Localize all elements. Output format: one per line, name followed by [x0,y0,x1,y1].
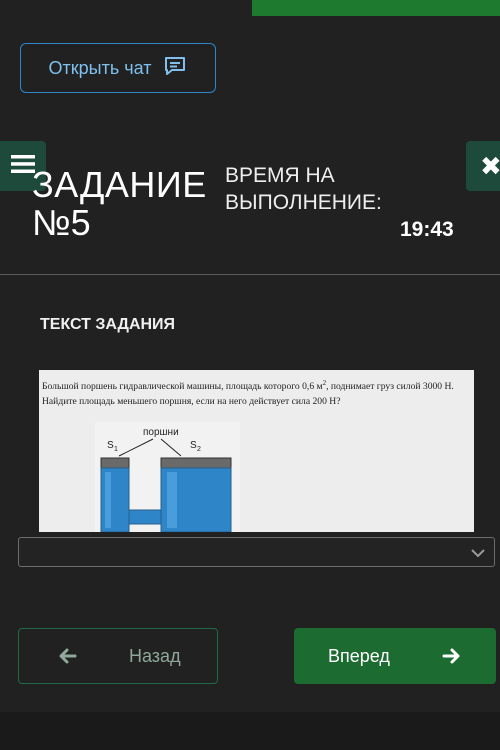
back-label: Назад [129,646,181,666]
label-s1: S [107,440,114,451]
time-label-line1: ВРЕМЯ НА [225,164,335,187]
task-text-part1: Большой поршень гидравлической машины, п… [42,381,323,393]
label-pistons: поршни [143,427,179,438]
time-label: ВРЕМЯ НА ВЫПОЛНЕНИЕ: [225,162,382,216]
forward-label: Вперед [328,646,390,666]
task-number: №5 [32,202,91,243]
forward-button[interactable]: Вперед [294,628,496,684]
task-image: Большой поршень гидравлической машины, п… [39,370,474,532]
section-title: ТЕКСТ ЗАДАНИЯ [40,316,176,333]
back-button[interactable]: Назад [18,628,218,684]
task-title: ЗАДАНИЕ [32,164,207,205]
open-chat-button[interactable]: Открыть чат [20,43,216,93]
time-remaining: 19:43 [400,218,454,241]
divider [0,274,500,275]
footer-band [0,712,500,750]
close-button[interactable]: ✖ [466,141,500,191]
close-icon: ✖ [480,150,500,181]
hydraulic-press-diagram: поршни S 1 S 2 [95,422,240,532]
top-green-bar [252,0,500,16]
arrow-left-icon [59,648,77,664]
task-text: Большой поршень гидравлической машины, п… [42,376,472,409]
label-s2-sub: 2 [197,446,201,453]
arrow-right-icon [442,648,460,664]
open-chat-label: Открыть чат [48,57,152,78]
chevron-down-icon [471,549,485,558]
time-label-line2: ВЫПОЛНЕНИЕ: [225,191,382,214]
label-s2: S [190,440,197,451]
label-s1-sub: 1 [114,446,118,453]
chat-bubble-icon [163,54,187,83]
answer-select[interactable] [18,537,495,567]
